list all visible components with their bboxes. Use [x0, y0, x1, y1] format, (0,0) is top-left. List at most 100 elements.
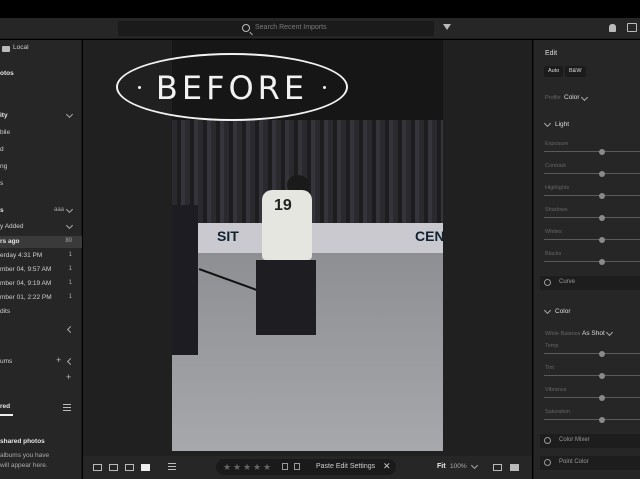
shared-empty-text: will appear here.: [0, 460, 82, 472]
profile-label: Profile: [545, 95, 561, 101]
item-count: 80: [65, 238, 72, 244]
color-section-title[interactable]: Color: [555, 308, 571, 315]
sidebar-item-label: otos: [0, 70, 14, 77]
info-icon[interactable]: [493, 464, 502, 471]
slider-track[interactable]: [544, 173, 640, 174]
chevron-down-icon[interactable]: [65, 110, 74, 119]
edit-title: Edit: [545, 50, 558, 57]
slider-label: Vibrance: [545, 387, 567, 393]
list-item-edits[interactable]: dits: [0, 306, 82, 318]
list-item[interactable]: erday 4:31 PM 1: [0, 250, 82, 262]
slider-knob[interactable]: [599, 214, 606, 221]
list-item-recently-added[interactable]: y Added: [0, 221, 82, 233]
profile-dropdown[interactable]: Color: [564, 94, 580, 101]
slider-knob[interactable]: [599, 416, 606, 423]
slider-knob[interactable]: [599, 350, 606, 357]
flag-pick-icon[interactable]: [282, 463, 288, 470]
chevron-down-icon[interactable]: [65, 205, 74, 214]
sidebar-item-photos[interactable]: otos: [0, 68, 82, 80]
star-icon[interactable]: ★: [233, 462, 241, 473]
fit-button[interactable]: Fit: [437, 463, 446, 470]
curve-tool[interactable]: Curve: [540, 276, 640, 290]
loupe-view-icon[interactable]: [141, 464, 150, 471]
point-color-tool[interactable]: Point Color: [540, 456, 640, 470]
chevron-down-icon[interactable]: [543, 119, 552, 128]
chevron-left-icon[interactable]: [66, 325, 75, 334]
add-icon[interactable]: +: [66, 372, 71, 382]
slider-track[interactable]: [544, 195, 640, 196]
chevron-down-icon[interactable]: [470, 461, 479, 470]
list-item[interactable]: mber 01, 2:22 PM 1: [0, 292, 82, 304]
sidebar-item-local[interactable]: Local: [0, 42, 82, 54]
slider-track[interactable]: [544, 261, 640, 262]
white-balance-dropdown[interactable]: As Shot: [582, 330, 605, 337]
slider-knob[interactable]: [599, 192, 606, 199]
slider-knob[interactable]: [599, 372, 606, 379]
compare-icon[interactable]: [510, 464, 519, 471]
search-field[interactable]: Search Recent Imports: [118, 21, 434, 36]
sort-icon[interactable]: [63, 404, 71, 406]
left-sidebar: Local otos ity bile d ng s s aaa y Added…: [0, 40, 82, 479]
slider-knob[interactable]: [599, 394, 606, 401]
slider-knob[interactable]: [599, 258, 606, 265]
chat-icon[interactable]: [627, 23, 637, 32]
slider-track[interactable]: [544, 353, 640, 354]
slider-track[interactable]: [544, 217, 640, 218]
bell-icon[interactable]: [609, 24, 616, 32]
sort-icon[interactable]: [168, 463, 176, 465]
list-item[interactable]: ng: [0, 161, 82, 173]
slider-knob[interactable]: [599, 236, 606, 243]
jersey-number: 19: [274, 197, 292, 214]
star-icon[interactable]: ★: [223, 462, 231, 473]
chevron-down-icon[interactable]: [543, 306, 552, 315]
color-mixer-tool[interactable]: Color Mixer: [540, 434, 640, 448]
list-item-label: mber 04, 9:19 AM: [0, 280, 52, 287]
zoom-level[interactable]: 100%: [450, 463, 467, 470]
section-header-by-date[interactable]: ity: [0, 110, 82, 122]
before-overlay: BEFORE: [116, 53, 348, 121]
list-item[interactable]: s: [0, 178, 82, 190]
list-item-selected[interactable]: rs ago 80: [0, 236, 82, 248]
chevron-down-icon[interactable]: [605, 328, 614, 337]
slider-label: Tint: [545, 365, 554, 371]
star-icon[interactable]: ★: [253, 462, 261, 473]
close-icon[interactable]: ✕: [383, 461, 391, 472]
chevron-down-icon[interactable]: [580, 93, 589, 102]
section-header-albums[interactable]: ums +: [0, 356, 82, 368]
star-icon[interactable]: ★: [243, 462, 251, 473]
list-item[interactable]: mber 04, 9:19 AM 1: [0, 278, 82, 290]
slider-knob[interactable]: [599, 170, 606, 177]
chevron-left-icon[interactable]: [66, 357, 75, 366]
search-input[interactable]: Search Recent Imports: [255, 24, 327, 31]
slider-track[interactable]: [544, 151, 640, 152]
light-section-title[interactable]: Light: [555, 121, 569, 128]
photo-grid-icon[interactable]: [109, 464, 118, 471]
list-item-label: erday 4:31 PM: [0, 252, 43, 259]
auto-button[interactable]: Auto: [544, 66, 564, 77]
detail-view-icon[interactable]: [125, 464, 134, 471]
slider-track[interactable]: [544, 419, 640, 420]
paste-edit-settings-button[interactable]: Paste Edit Settings: [316, 463, 375, 470]
section-header-recent[interactable]: s aaa: [0, 205, 82, 217]
bw-button[interactable]: B&W: [565, 66, 586, 77]
empty-body-text: will appear here.: [0, 462, 48, 469]
tab-shared[interactable]: red: [0, 401, 82, 413]
slider-track[interactable]: [544, 239, 640, 240]
list-item[interactable]: d: [0, 144, 82, 156]
list-item[interactable]: mber 04, 9:57 AM 1: [0, 264, 82, 276]
list-item[interactable]: bile: [0, 127, 82, 139]
slider-track[interactable]: [544, 397, 640, 398]
square-grid-icon[interactable]: [93, 464, 102, 471]
star-icon[interactable]: ★: [263, 462, 271, 473]
filter-icon[interactable]: [443, 24, 451, 30]
add-icon[interactable]: +: [56, 356, 61, 365]
more-icon[interactable]: aaa: [54, 207, 64, 213]
slider-knob[interactable]: [599, 148, 606, 155]
flag-reject-icon[interactable]: [294, 463, 300, 470]
folder-icon: [2, 46, 10, 52]
point-color-icon: [544, 459, 551, 466]
list-item-label: d: [0, 146, 4, 153]
top-bar: Search Recent Imports: [0, 18, 640, 39]
slider-track[interactable]: [544, 375, 640, 376]
chevron-down-icon[interactable]: [65, 221, 74, 230]
